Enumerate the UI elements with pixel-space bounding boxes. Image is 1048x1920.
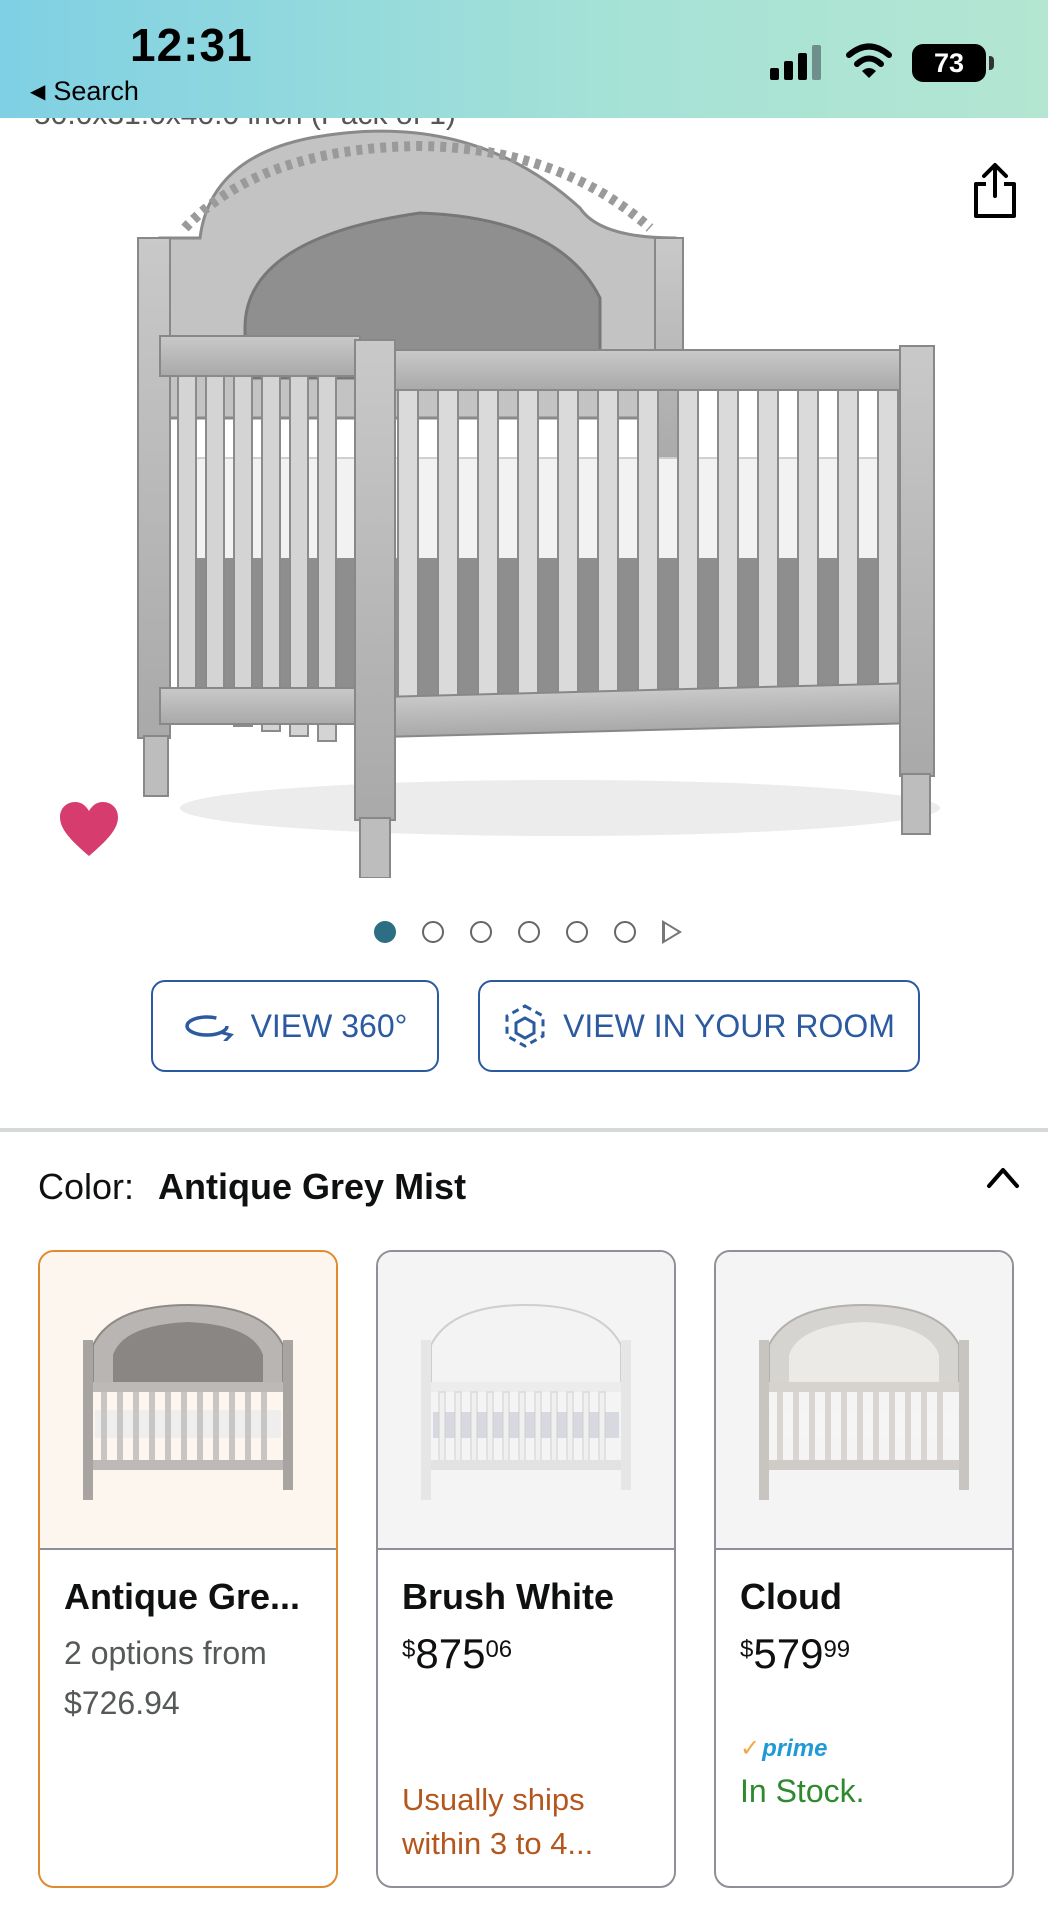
wifi-icon — [846, 43, 892, 78]
carousel-dot-3[interactable] — [470, 921, 492, 943]
view-360-label: VIEW 360° — [250, 1007, 408, 1044]
prime-badge: ✓ prime — [740, 1734, 988, 1763]
view-in-room-label: VIEW IN YOUR ROOM — [563, 1007, 895, 1044]
battery-level: 73 — [933, 47, 965, 78]
option-offers: 2 options from — [64, 1635, 267, 1671]
prime-label: prime — [762, 1734, 828, 1762]
option-availability: Usually ships within 3 to 4... — [402, 1782, 594, 1861]
color-option-brush-white[interactable]: Brush White $ 875 06 Usually ships withi… — [376, 1250, 676, 1888]
price-fraction: 06 — [485, 1636, 513, 1663]
color-option-cloud[interactable]: Cloud $ 579 99 ✓ prime In Stock. — [714, 1250, 1014, 1888]
prime-check-icon: ✓ — [740, 1735, 761, 1762]
carousel-dot-1[interactable] — [374, 921, 396, 943]
section-divider — [0, 1128, 1048, 1132]
play-icon[interactable] — [662, 920, 682, 944]
carousel-indicator — [374, 920, 682, 944]
view-in-room-button[interactable]: VIEW IN YOUR ROOM — [478, 980, 920, 1072]
carousel-dot-2[interactable] — [422, 921, 444, 943]
option-name: Antique Gre... — [64, 1576, 301, 1617]
option-name: Cloud — [740, 1576, 842, 1617]
signal-icon — [770, 44, 821, 80]
option-name: Brush White — [402, 1576, 614, 1617]
heart-icon[interactable] — [58, 800, 120, 858]
color-option-antique-grey[interactable]: Antique Gre... 2 options from $726.94 — [38, 1250, 338, 1888]
back-label: Search — [53, 76, 139, 106]
status-bar: 12:31 ◀ Search 73 — [0, 0, 1048, 118]
ar-cube-icon — [505, 1004, 545, 1048]
battery-icon: 73 — [912, 44, 994, 82]
price-whole: 875 — [415, 1630, 486, 1677]
price-whole: 579 — [753, 1630, 824, 1677]
swatch-image — [378, 1252, 674, 1550]
rotate-360-icon — [184, 1015, 234, 1041]
product-main-image[interactable] — [0, 118, 1048, 878]
swatch-image — [40, 1252, 336, 1550]
chevron-up-icon[interactable] — [984, 1162, 1022, 1192]
view-360-button[interactable]: VIEW 360° — [151, 980, 439, 1072]
option-from-price: $726.94 — [64, 1685, 180, 1721]
carousel-dot-6[interactable] — [614, 921, 636, 943]
status-time: 12:31 — [130, 19, 253, 71]
color-selector-header: Color: Antique Grey Mist — [38, 1166, 466, 1208]
price-currency: $ — [402, 1636, 416, 1663]
carousel-dot-5[interactable] — [566, 921, 588, 943]
option-price: $ 875 06 — [402, 1630, 650, 1678]
carousel-dot-4[interactable] — [518, 921, 540, 943]
color-label: Color: — [38, 1166, 135, 1207]
option-availability: In Stock. — [740, 1773, 865, 1809]
share-icon[interactable] — [970, 160, 1020, 220]
price-currency: $ — [740, 1636, 754, 1663]
option-price: $ 579 99 — [740, 1630, 988, 1678]
back-arrow-icon: ◀ — [30, 81, 46, 103]
swatch-image — [716, 1252, 1012, 1550]
price-fraction: 99 — [823, 1636, 851, 1663]
selected-color-value: Antique Grey Mist — [158, 1166, 467, 1207]
back-to-search-link[interactable]: ◀ Search — [30, 76, 139, 107]
